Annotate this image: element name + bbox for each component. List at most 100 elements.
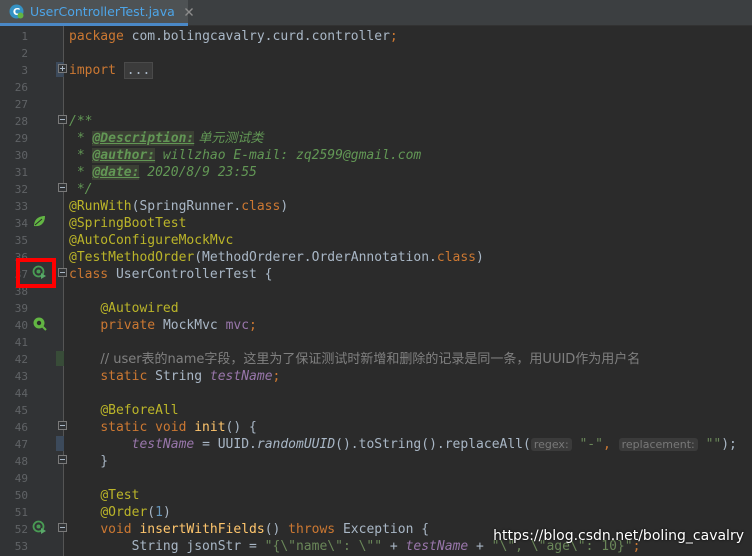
line-number: 35	[14, 234, 28, 247]
tab-title: UserControllerTest.java	[30, 4, 175, 19]
code-text: @AutoConfigureMockMvc	[69, 232, 233, 249]
code-token: @Description:	[92, 131, 195, 146]
code-token: ().toString().replaceAll(	[335, 437, 531, 452]
java-class-icon: C	[9, 4, 24, 19]
code-token: /**	[69, 114, 93, 129]
line-number: 47	[14, 438, 28, 451]
code-token: import	[69, 63, 124, 78]
line-number: 48	[14, 455, 28, 468]
code-token: testName	[405, 539, 469, 554]
code-line[interactable]: 38	[0, 283, 752, 300]
code-token: @date:	[92, 165, 140, 180]
code-line[interactable]: 49	[0, 470, 752, 487]
line-number: 44	[14, 387, 28, 400]
code-line[interactable]: 33 @RunWith(SpringRunner.class)	[0, 198, 752, 215]
code-token: );	[721, 437, 737, 452]
code-line[interactable]: 1 package com.bolingcavalry.curd.controll…	[0, 28, 752, 45]
code-token: @TestMethodOrder	[69, 250, 195, 265]
code-line[interactable]: 30 * @author: willzhao E-mail: zq2599@gm…	[0, 147, 752, 164]
code-line[interactable]: 35 @AutoConfigureMockMvc	[0, 232, 752, 249]
code-text: package com.bolingcavalry.curd.controlle…	[69, 28, 398, 45]
code-line[interactable]: 40 private MockMvc mvc;	[0, 317, 752, 334]
code-token: @AutoConfigureMockMvc	[69, 233, 234, 248]
line-number: 41	[14, 336, 28, 349]
code-line[interactable]: 41	[0, 334, 752, 351]
line-number: 34	[14, 217, 28, 230]
code-token: @Autowired	[100, 301, 179, 316]
code-token: @SpringBootTest	[69, 216, 187, 231]
line-number: 32	[14, 183, 28, 196]
code-editor[interactable]: 1 package com.bolingcavalry.curd.controll…	[0, 26, 752, 556]
code-token: = UUID.	[194, 437, 257, 452]
line-number: 50	[14, 489, 28, 502]
line-number: 33	[14, 200, 28, 213]
code-line[interactable]: 37 class UserControllerTest {	[0, 266, 752, 283]
code-text: /**	[69, 113, 92, 130]
code-text: }	[69, 453, 108, 470]
code-token: )	[162, 505, 171, 520]
code-token: *	[69, 165, 93, 180]
code-line[interactable]: 27	[0, 96, 752, 113]
highlight-box	[16, 258, 56, 288]
code-line[interactable]: 47 testName = UUID.randomUUID().toString…	[0, 436, 752, 453]
line-number: 29	[14, 132, 28, 145]
code-token: )	[280, 199, 289, 214]
code-text: */	[69, 181, 93, 198]
code-token: class	[436, 250, 477, 265]
code-token: +	[468, 539, 492, 554]
line-number: 31	[14, 166, 28, 179]
code-line[interactable]: 46 static void init() {	[0, 419, 752, 436]
line-number: 39	[14, 302, 28, 315]
code-text: // user表的name字段，这里为了保证测试时新增和删除的记录是同一条，用U…	[69, 351, 640, 368]
code-text: @TestMethodOrder(MethodOrderer.OrderAnno…	[69, 249, 484, 266]
line-number: 30	[14, 149, 28, 162]
code-text: @Test	[69, 487, 139, 504]
line-number: 28	[14, 115, 28, 128]
code-token: insertWithFields	[139, 522, 265, 537]
code-line[interactable]: 51 @Order(1)	[0, 504, 752, 521]
code-line[interactable]: 50 @Test	[0, 487, 752, 504]
code-token: (MethodOrderer.OrderAnnotation.	[194, 250, 437, 265]
code-line[interactable]: 31 * @date: 2020/8/9 23:55	[0, 164, 752, 181]
code-line[interactable]: 43 static String testName;	[0, 368, 752, 385]
code-text: private MockMvc mvc;	[69, 317, 257, 334]
code-text: @RunWith(SpringRunner.class)	[69, 198, 288, 215]
code-line[interactable]: 28 /**	[0, 113, 752, 130]
code-line[interactable]: 39 @Autowired	[0, 300, 752, 317]
code-token: void	[100, 522, 140, 537]
code-token: testName	[131, 437, 195, 452]
code-token: ...	[123, 62, 154, 79]
code-line[interactable]: 32 */	[0, 181, 752, 198]
code-line[interactable]: 48 }	[0, 453, 752, 470]
line-number: 45	[14, 404, 28, 417]
code-line[interactable]: 29 * @Description: 单元测试类	[0, 130, 752, 147]
code-token: regex:	[530, 438, 572, 451]
code-text: @SpringBootTest	[69, 215, 186, 232]
line-number: 49	[14, 472, 28, 485]
tab-usercontrollertest[interactable]: C UserControllerTest.java	[0, 0, 193, 26]
code-line[interactable]: 2	[0, 45, 752, 62]
code-token: static	[100, 369, 156, 384]
line-number: 53	[14, 540, 28, 553]
code-line[interactable]: 36 @TestMethodOrder(MethodOrderer.OrderAn…	[0, 249, 752, 266]
code-token: private	[100, 318, 163, 333]
line-number: 3	[21, 64, 28, 77]
code-line[interactable]: 42 // user表的name字段，这里为了保证测试时新增和删除的记录是同一条…	[0, 351, 752, 368]
line-number: 43	[14, 370, 28, 383]
code-token: String	[155, 369, 210, 384]
code-token: class	[69, 267, 116, 282]
code-token: (SpringRunner.	[131, 199, 242, 214]
code-line[interactable]: 44	[0, 385, 752, 402]
code-line[interactable]: 3 import ...	[0, 62, 752, 79]
code-line[interactable]: 34 @SpringBootTest	[0, 215, 752, 232]
line-number: 51	[14, 506, 28, 519]
code-line[interactable]: 26	[0, 79, 752, 96]
close-icon[interactable]	[184, 7, 194, 17]
code-token: }	[69, 454, 109, 469]
code-token: 1	[155, 505, 163, 520]
line-number: 1	[21, 30, 28, 43]
code-line[interactable]: 45 @BeforeAll	[0, 402, 752, 419]
